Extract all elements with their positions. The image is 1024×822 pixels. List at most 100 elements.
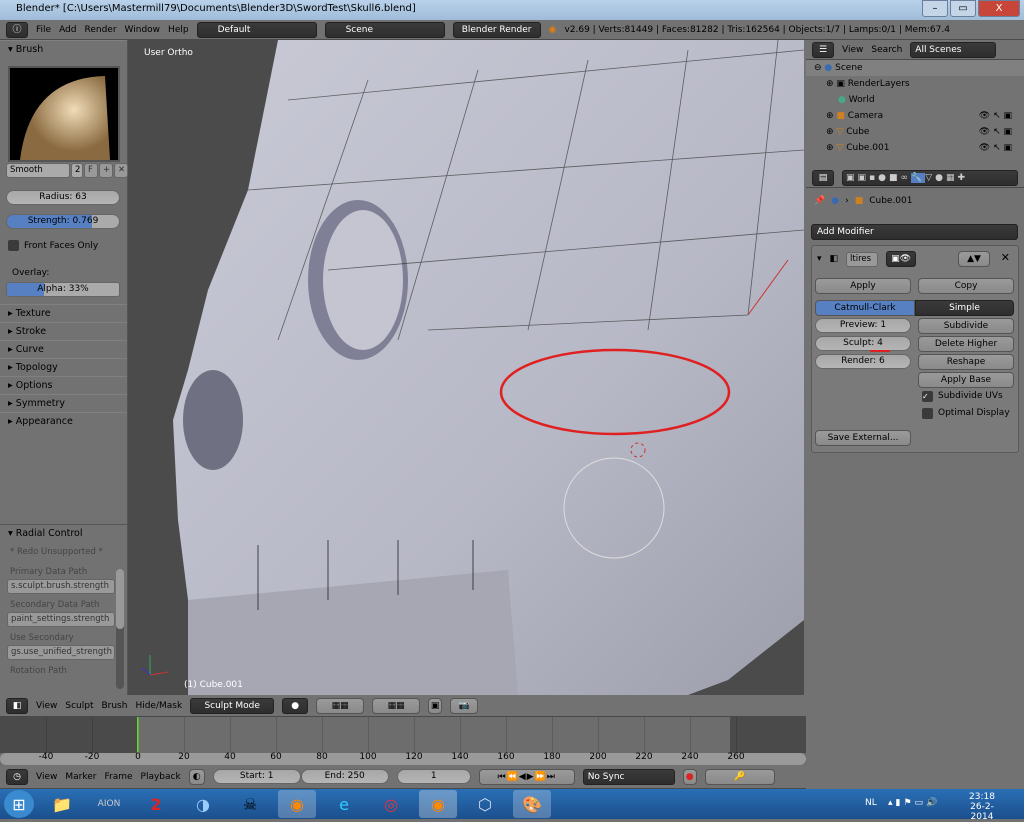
layout-select[interactable]: Default (196, 21, 317, 38)
panel-stroke[interactable]: ▸ Stroke (0, 322, 127, 340)
reshape-button[interactable]: Reshape (918, 354, 1014, 370)
end-frame-field[interactable]: End: 250 (300, 769, 389, 784)
outliner-item-renderlayers[interactable]: ⊕ ▣ RenderLayers (806, 76, 1024, 92)
outliner-item-world[interactable]: ● World (806, 92, 1024, 108)
brush-users[interactable]: 2 (71, 163, 83, 178)
render-engine-select[interactable]: Blender Render (452, 21, 541, 38)
primary-path-field[interactable]: s.sculpt.brush.strength (7, 579, 115, 594)
language-indicator[interactable]: NL (865, 798, 877, 808)
taskbar-blender-icon[interactable]: ◉ (419, 790, 457, 818)
tray-icons[interactable]: ▴▮⚑▭🔊 (888, 798, 940, 808)
taskbar-gw2-icon[interactable]: 2 (137, 790, 175, 818)
record-icon[interactable]: ● (682, 768, 697, 785)
modifier-name-field[interactable]: ltires (846, 251, 879, 267)
clock[interactable]: 23:18 26-2-2014 (962, 792, 1002, 822)
alpha-slider[interactable]: Alpha: 33% (6, 282, 120, 297)
taskbar-explorer-icon[interactable]: 📁 (43, 790, 81, 818)
brush-preview[interactable] (8, 66, 120, 162)
toolshelf-scrollbar[interactable] (116, 569, 124, 689)
move-up-down-buttons[interactable]: ▲▼ (958, 251, 990, 267)
front-faces-checkbox[interactable] (8, 240, 19, 251)
panel-texture[interactable]: ▸ Texture (0, 304, 127, 322)
properties-context-tabs[interactable]: ▣▣▪●■∞🔧▽●▦✚ (842, 169, 1018, 186)
minimize-button[interactable]: – (922, 0, 948, 17)
lock-layers-icon[interactable]: ▣ (428, 697, 443, 714)
panel-brush[interactable]: ▾ Brush (0, 40, 127, 58)
playback-controls[interactable]: ⏮⏪◀▶⏩⏭ (478, 768, 575, 785)
start-frame-field[interactable]: Start: 1 (212, 769, 301, 784)
timeline-menu-frame[interactable]: Frame (104, 772, 132, 782)
taskbar-paint-icon[interactable]: 🎨 (513, 790, 551, 818)
outliner-filter-select[interactable]: All Scenes (910, 41, 997, 58)
timeline-menu-marker[interactable]: Marker (65, 772, 96, 782)
optimal-display-checkbox[interactable]: Optimal Display (922, 408, 1010, 419)
strength-slider[interactable]: Strength: 0.769 (6, 214, 120, 229)
unlink-brush-icon[interactable]: ✕ (114, 163, 128, 178)
menu-help[interactable]: Help (168, 25, 189, 35)
sync-select[interactable]: No Sync (582, 768, 675, 785)
timeline-menu-playback[interactable]: Playback (141, 772, 181, 782)
view3d-menu-hidemask[interactable]: Hide/Mask (135, 701, 182, 711)
secondary-path-field[interactable]: paint_settings.strength (7, 612, 115, 627)
sculpt-levels-field[interactable]: Sculpt: 4 (815, 336, 911, 351)
outliner-editor-icon[interactable]: ☰ (812, 41, 834, 58)
menu-file[interactable]: File (36, 25, 51, 35)
start-button[interactable]: ⊞ (4, 790, 34, 818)
preview-levels-field[interactable]: Preview: 1 (815, 318, 911, 333)
taskbar-chrome-icon[interactable]: ◎ (372, 790, 410, 818)
remove-modifier-icon[interactable]: ✕ (1001, 251, 1010, 264)
add-brush-icon[interactable]: + (99, 163, 113, 178)
timeline[interactable]: -40 -20 0 20 40 60 80 100 120 140 160 180 200 220 240 2… (0, 717, 806, 765)
timeline-editor-icon[interactable]: ◷ (6, 768, 28, 785)
taskbar-3d-icon[interactable]: ⬡ (466, 790, 504, 818)
menu-window[interactable]: Window (125, 25, 161, 35)
outliner-item-cube001[interactable]: ⊕ ▽ Cube.001 👁 ↖ ▣ (806, 140, 1024, 156)
view3d-menu-sculpt[interactable]: Sculpt (65, 701, 93, 711)
panel-appearance[interactable]: ▸ Appearance (0, 412, 127, 430)
pin-icon[interactable]: 📌 (814, 196, 825, 206)
apply-base-button[interactable]: Apply Base (918, 372, 1014, 388)
panel-symmetry[interactable]: ▸ Symmetry (0, 394, 127, 412)
shading-select[interactable]: ● (282, 697, 309, 714)
properties-editor-icon[interactable]: ▤ (812, 169, 834, 186)
taskbar-firefox-icon[interactable]: ◉ (278, 790, 316, 818)
3d-viewport[interactable]: User Ortho (1) Cube.001 (128, 40, 804, 695)
panel-topology[interactable]: ▸ Topology (0, 358, 127, 376)
subdivide-button[interactable]: Subdivide (918, 318, 1014, 334)
panel-options[interactable]: ▸ Options (0, 376, 127, 394)
view3d-editor-icon[interactable]: ◧ (6, 697, 28, 714)
layer-buttons-2[interactable]: ▦▦ (372, 697, 421, 714)
outliner-menu-search[interactable]: Search (871, 45, 902, 55)
outliner-item-scene[interactable]: ⊖ ● Scene (806, 60, 1024, 76)
mode-select[interactable]: Sculpt Mode (190, 697, 275, 714)
apply-button[interactable]: Apply (815, 278, 911, 294)
preview-range-icon[interactable]: ◐ (188, 768, 205, 785)
add-modifier-select[interactable]: Add Modifier (811, 224, 1018, 240)
taskbar-ie-icon[interactable]: e (325, 790, 363, 818)
panel-curve[interactable]: ▸ Curve (0, 340, 127, 358)
radius-slider[interactable]: Radius: 63 (6, 190, 120, 205)
collapse-icon[interactable]: ▾ (817, 254, 822, 264)
taskbar-aion-icon[interactable]: AION (90, 790, 128, 818)
use-secondary-field[interactable]: gs.use_unified_strength (7, 645, 115, 660)
menu-render[interactable]: Render (85, 25, 117, 35)
current-frame-field[interactable]: 1 (396, 769, 471, 784)
editor-type-icon[interactable]: ⓘ (6, 21, 28, 38)
menu-add[interactable]: Add (59, 25, 76, 35)
brush-name-field[interactable]: Smooth (6, 163, 70, 178)
view3d-menu-brush[interactable]: Brush (101, 701, 127, 711)
maximize-button[interactable]: ▭ (950, 0, 976, 17)
render-opengl-icon[interactable]: 📷 (450, 697, 479, 714)
taskbar-game-icon[interactable]: ☠ (231, 790, 269, 818)
taskbar-teamspeak-icon[interactable]: ◑ (184, 790, 222, 818)
catmull-clark-toggle[interactable]: Catmull-Clark (815, 300, 915, 316)
subdivide-uvs-checkbox[interactable]: ✓ Subdivide UVs (922, 391, 1003, 402)
outliner-item-cube[interactable]: ⊕ ▽ Cube 👁 ↖ ▣ (806, 124, 1024, 140)
save-external-button[interactable]: Save External... (815, 430, 911, 446)
simple-toggle[interactable]: Simple (915, 300, 1014, 316)
scene-select[interactable]: Scene (324, 21, 445, 38)
timeline-menu-view[interactable]: View (36, 772, 57, 782)
render-visibility-toggle[interactable]: ▣👁 (886, 251, 917, 267)
copy-button[interactable]: Copy (918, 278, 1014, 294)
view3d-menu-view[interactable]: View (36, 701, 57, 711)
